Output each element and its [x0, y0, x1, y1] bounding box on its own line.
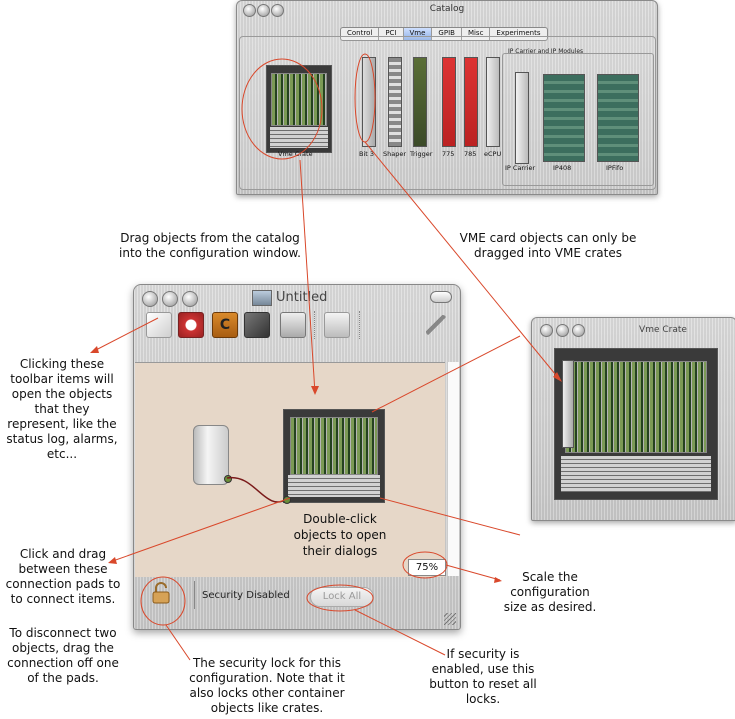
785-label: 785 — [464, 150, 477, 158]
toolbar-divider — [314, 311, 316, 339]
c-book-icon[interactable]: C — [212, 312, 238, 338]
double-click-hint: Double-click objects to open their dialo… — [293, 512, 387, 558]
padlock-icon[interactable] — [149, 581, 173, 605]
vme-crate-object[interactable] — [283, 409, 385, 503]
bit3-card[interactable] — [362, 57, 376, 147]
catalog-pane: Vme Crate Bit 3 Shaper Trigger 775 785 e… — [239, 36, 656, 190]
disconnect-annotation: To disconnect two objects, drag the conn… — [7, 626, 119, 685]
print-icon[interactable] — [324, 312, 350, 338]
minimize-button[interactable] — [556, 324, 569, 337]
zoom-field[interactable]: 75% — [408, 559, 446, 576]
ipfifo-label: IPFifo — [606, 164, 624, 172]
reset-locks-annotation: If security is enabled, use this button … — [429, 647, 537, 706]
toolbar-toggle-button[interactable] — [430, 291, 452, 303]
resize-grip[interactable] — [444, 613, 456, 625]
catalog-title: Catalog — [429, 4, 465, 14]
scale-annotation: Scale the configuration size as desired. — [503, 570, 597, 614]
security-status: Security Disabled — [202, 590, 290, 601]
security-annotation: The security lock for this configuration… — [189, 656, 345, 715]
shaper-label: Shaper — [383, 150, 407, 158]
ecpu-label: eCPU — [484, 150, 502, 158]
configuration-window: Untitled C Double-click objects to open … — [133, 284, 461, 630]
wrench-icon[interactable] — [426, 315, 446, 335]
vme-window-title: Vme Crate — [639, 325, 687, 335]
minimize-button[interactable] — [162, 291, 178, 307]
close-button[interactable] — [142, 291, 158, 307]
vme-only-annotation: VME card objects can only be dragged int… — [459, 231, 637, 260]
ipfifo-module[interactable] — [597, 74, 639, 162]
catalog-window: Catalog Control PCI Vme GPIB Misc Experi… — [236, 0, 658, 195]
ip-carrier-group: IP Carrier and IP Modules IP Carrier IP4… — [502, 48, 654, 186]
status-log-icon[interactable] — [146, 312, 172, 338]
vme-crate-item[interactable] — [266, 65, 332, 153]
785-card[interactable] — [464, 57, 478, 147]
monitor-icon[interactable] — [280, 312, 306, 338]
ip-group-label: IP Carrier and IP Modules — [508, 48, 584, 55]
vme-crate-view[interactable] — [554, 348, 718, 500]
bit3-label: Bit 3 — [359, 150, 375, 158]
catalog-titlebar[interactable]: Catalog — [237, 1, 657, 19]
lock-all-button[interactable]: Lock All — [310, 587, 374, 607]
zoom-button[interactable] — [572, 324, 585, 337]
window-title: Untitled — [276, 290, 328, 305]
alarm-clock-icon[interactable] — [178, 312, 204, 338]
close-button[interactable] — [540, 324, 553, 337]
trigger-label: Trigger — [410, 150, 433, 158]
ip-carrier-card[interactable] — [515, 72, 529, 164]
leader-security — [165, 624, 191, 661]
connect-annotation: Click and drag between these connection … — [5, 547, 121, 606]
toolbar-divider — [359, 311, 361, 339]
775-label: 775 — [442, 150, 455, 158]
trigger-card[interactable] — [413, 57, 427, 147]
ecpu-card[interactable] — [486, 57, 500, 147]
bottom-divider — [194, 581, 195, 609]
vme-crate-label: Vme Crate — [278, 150, 313, 158]
tools-icon[interactable] — [244, 312, 270, 338]
toolbar-annotation: Clicking these toolbar items will open t… — [6, 357, 118, 461]
zoom-button[interactable] — [182, 291, 198, 307]
shaper-card[interactable] — [388, 57, 402, 147]
vme-crate-window: Vme Crate — [531, 317, 735, 521]
document-proxy-icon[interactable] — [252, 290, 272, 306]
configuration-area[interactable]: Double-click objects to open their dialo… — [135, 362, 445, 577]
bit3-card-in-crate[interactable] — [562, 360, 574, 448]
ip408-label: IP408 — [553, 164, 572, 172]
775-card[interactable] — [442, 57, 456, 147]
vertical-scrollbar[interactable] — [447, 362, 459, 576]
drag-annotation: Drag objects from the catalog into the c… — [119, 231, 301, 260]
connection-pad[interactable] — [283, 496, 291, 504]
ip408-module[interactable] — [543, 74, 585, 162]
ip-carrier-label: IP Carrier — [505, 164, 536, 172]
